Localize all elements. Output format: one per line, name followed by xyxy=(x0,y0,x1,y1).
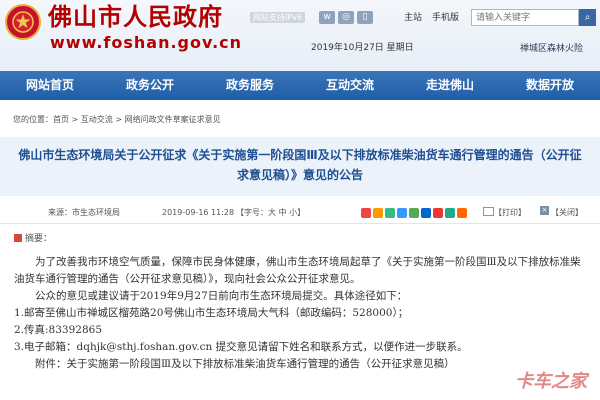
search-icon[interactable]: ⌕ xyxy=(579,9,596,26)
body-paragraph: 为了改善我市环境空气质量，保障市民身体健康，佛山市生态环境局起草了《关于实施第一… xyxy=(14,256,581,285)
breadcrumb-consultation[interactable]: 网络问政文件草案征求意见 xyxy=(125,115,221,124)
attachment-link[interactable]: 附件：关于实施第一阶段国Ⅲ及以下排放标准柴油货车通行管理的通告（公开征求意见稿） xyxy=(14,356,589,373)
font-size-control[interactable]: 【字号：大 中 小】 xyxy=(236,203,305,223)
share-icon[interactable] xyxy=(445,208,455,218)
weibo-icon[interactable]: w xyxy=(319,11,335,24)
site-title[interactable]: 佛山市人民政府 xyxy=(48,2,223,32)
article-body: 为了改善我市环境空气质量，保障市民身体健康，佛山市生态环境局起草了《关于实施第一… xyxy=(14,254,589,373)
nav-item-about-foshan[interactable]: 走进佛山 xyxy=(400,71,500,100)
share-icon[interactable] xyxy=(361,208,371,218)
breadcrumb-interaction[interactable]: 互动交流 xyxy=(81,115,113,124)
share-icon[interactable] xyxy=(433,208,443,218)
body-paragraph: 2.传真:83392865 xyxy=(14,324,102,336)
article-meta-bar: 来源：市生态环境局 2019-09-16 11:28 【字号：大 中 小】 【打… xyxy=(0,203,600,224)
article-title-box: 佛山市生态环境局关于公开征求《关于实施第一阶段国Ⅲ及以下排放标准柴油货车通行管理… xyxy=(0,137,600,196)
app-icon[interactable]: ▯ xyxy=(357,11,373,24)
search-input[interactable] xyxy=(471,9,579,26)
watermark-logo: 卡车之家 xyxy=(515,371,587,392)
mobile-site-link[interactable]: 手机版 xyxy=(432,12,459,24)
nav-item-services[interactable]: 政务服务 xyxy=(200,71,300,100)
summary-label: 摘要： xyxy=(25,234,53,244)
body-paragraph: 公众的意见或建议请于2019年9月27日前向市生态环境局提交。具体途径如下： xyxy=(35,290,408,302)
breadcrumb-home[interactable]: 首页 xyxy=(53,115,69,124)
share-icon[interactable] xyxy=(373,208,383,218)
print-button[interactable]: 【打印】 xyxy=(494,203,526,223)
summary-icon xyxy=(14,234,22,242)
article-source: 来源：市生态环境局 xyxy=(48,208,120,217)
nav-item-open-data[interactable]: 数据开放 xyxy=(500,71,600,100)
breadcrumb: 您的位置：首页 > 互动交流 > 网络问政文件草案征求意见 xyxy=(13,115,221,124)
nav-item-government-affairs[interactable]: 政务公开 xyxy=(100,71,200,100)
share-icon[interactable] xyxy=(457,208,467,218)
nav-item-home[interactable]: 网站首页 xyxy=(0,71,100,100)
share-icons xyxy=(361,208,467,218)
share-icon[interactable] xyxy=(397,208,407,218)
nav-item-interaction[interactable]: 互动交流 xyxy=(300,71,400,100)
date-text: 2019年10月27日 星期日 xyxy=(311,43,414,53)
share-icon[interactable] xyxy=(385,208,395,218)
print-icon[interactable] xyxy=(483,207,494,216)
share-icon[interactable] xyxy=(421,208,431,218)
close-button[interactable]: 【关闭】 xyxy=(551,203,583,223)
summary-row: 摘要： xyxy=(14,233,52,245)
emblem-icon xyxy=(5,4,41,40)
main-site-link[interactable]: 主站 xyxy=(404,12,422,24)
site-domain: www.foshan.gov.cn xyxy=(50,33,243,52)
share-icon[interactable] xyxy=(409,208,419,218)
article-title: 佛山市生态环境局关于公开征求《关于实施第一阶段国Ⅲ及以下排放标准柴油货车通行管理… xyxy=(18,148,582,182)
weather-text[interactable]: 禅城区森林火险 xyxy=(520,43,583,55)
body-paragraph: 1.邮寄至佛山市禅城区榴苑路20号佛山市生态环境局大气科（邮政编码：528000… xyxy=(14,307,409,319)
site-header: 佛山市人民政府 www.foshan.gov.cn 网站支持IPv6 w ◎ ▯… xyxy=(0,0,600,71)
ipv6-badge: 网站支持IPv6 xyxy=(250,12,306,23)
breadcrumb-prefix: 您的位置： xyxy=(13,115,53,124)
main-nav: 网站首页 政务公开 政务服务 互动交流 走进佛山 数据开放 xyxy=(0,71,600,100)
wechat-icon[interactable]: ◎ xyxy=(338,11,354,24)
article-date: 2019-09-16 11:28 xyxy=(162,208,235,217)
close-icon[interactable]: × xyxy=(540,206,549,215)
body-paragraph: 3.电子邮箱：dqhjk@sthj.foshan.gov.cn 提交意见请留下姓… xyxy=(14,341,468,353)
